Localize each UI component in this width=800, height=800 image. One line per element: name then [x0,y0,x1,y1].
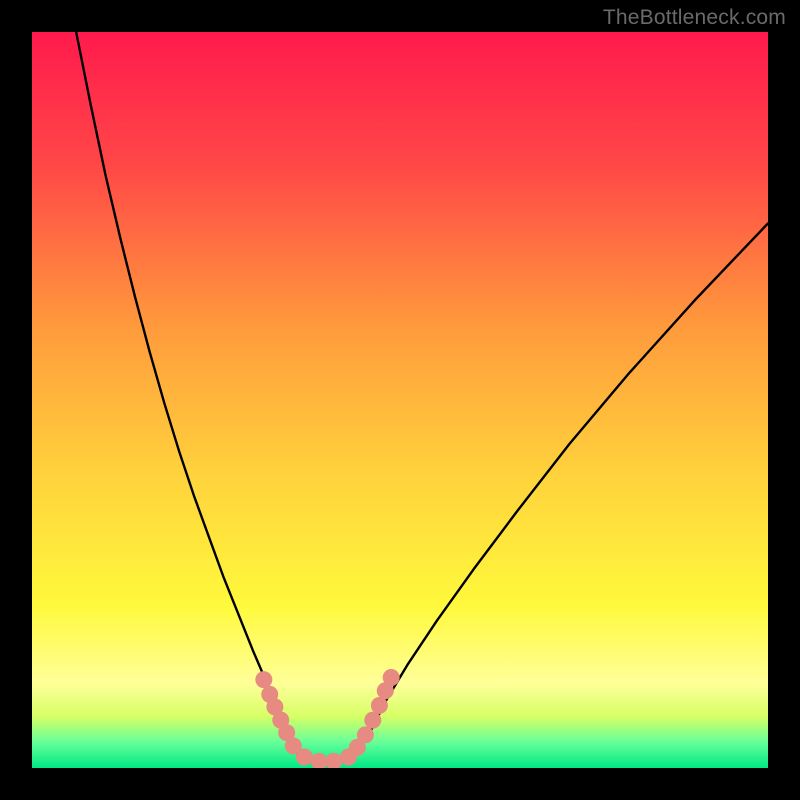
marker-dot [364,712,381,729]
marker-dot [371,697,388,714]
marker-dot [255,671,272,688]
marker-dot [383,669,400,686]
plot-area [32,32,768,768]
gradient-background [32,32,768,768]
chart-svg [32,32,768,768]
watermark-text: TheBottleneck.com [603,6,786,30]
chart-frame: TheBottleneck.com [0,0,800,800]
marker-dot [357,726,374,743]
marker-dot [296,748,313,765]
